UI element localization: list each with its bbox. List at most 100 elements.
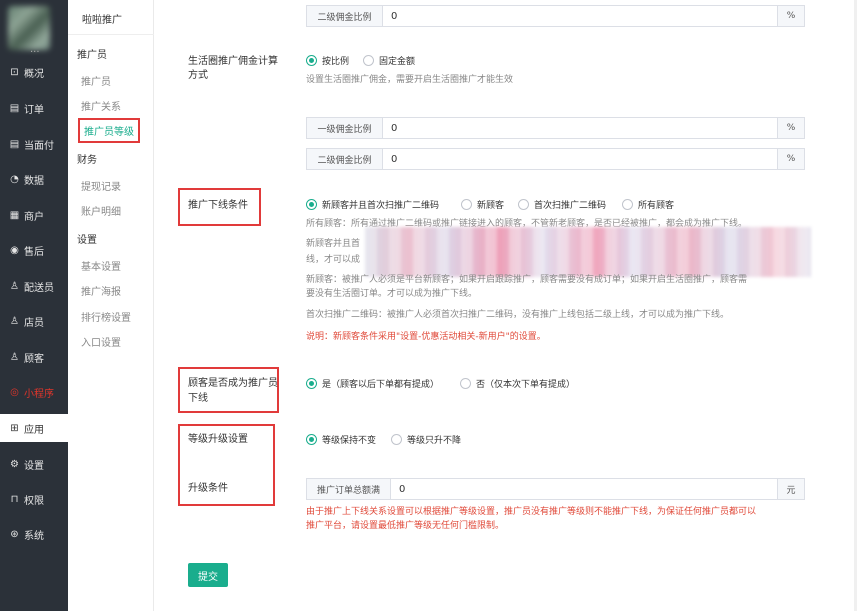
group-settings: 设置 <box>77 235 97 246</box>
radio-unchecked-icon <box>391 434 402 445</box>
condition-warning-line1: 由于推广上下线关系设置可以根据推广等级设置，推广员没有推广等级则不能推广下线，为… <box>306 507 757 517</box>
radio-label: 固定金额 <box>379 57 416 67</box>
sidebar-item-orders[interactable]: ▤ 订单 <box>0 94 68 122</box>
logo-suffix: ... <box>30 44 40 55</box>
sub-item-level[interactable]: 推广员等级 <box>78 118 140 143</box>
radio-level-only-up[interactable]: 等级只升不降 <box>391 433 461 446</box>
input-suffix: % <box>777 118 804 138</box>
sub-item-basic[interactable]: 基本设置 <box>81 258 121 273</box>
sidebar-item-customer[interactable]: ♙ 顾客 <box>0 343 68 371</box>
customer-promoter-label-line1: 顾客是否成为推广员 <box>188 378 278 389</box>
upgrade-condition-input[interactable]: 推广订单总额满 0 元 <box>306 478 805 500</box>
sub-item-ranking[interactable]: 排行榜设置 <box>81 309 131 324</box>
radio-unchecked-icon <box>363 55 374 66</box>
radio-unchecked-icon <box>622 199 633 210</box>
condition-warning-line2: 推广平台，请设置最低推广等级无任何门槛限制。 <box>306 521 505 531</box>
sidebar-item-clerk[interactable]: ♙ 店员 <box>0 307 68 335</box>
sidebar-item-courier[interactable]: ♙ 配送员 <box>0 272 68 300</box>
level2-commission-input[interactable]: 二级佣金比例 0 % <box>306 148 805 170</box>
apps-icon: ⊞ <box>10 422 19 434</box>
sidebar-item-aftersale[interactable]: ◉ 售后 <box>0 236 68 264</box>
radio-first-scan[interactable]: 首次扫推广二维码 <box>518 198 606 211</box>
radio-label: 等级保持不变 <box>322 436 377 446</box>
input-suffix: 元 <box>777 479 804 499</box>
sidebar-item-face-pay[interactable]: ▤ 当面付 <box>0 130 68 158</box>
sidebar-item-store[interactable]: ▦ 商户 <box>0 201 68 229</box>
sub-item-relation[interactable]: 推广关系 <box>81 98 121 113</box>
order-icon: ▤ <box>9 102 20 114</box>
radio-new-and-first-scan[interactable]: 新顾客并且首次扫推广二维码 <box>306 198 439 211</box>
customer-promoter-label-line2: 下线 <box>188 393 208 404</box>
radio-label: 新顾客并且首次扫推广二维码 <box>322 201 440 211</box>
radio-label: 否（仅本次下单有提成） <box>476 380 576 390</box>
sidebar-item-settings[interactable]: ⚙ 设置 <box>0 450 68 478</box>
sidebar-item-label: 当面付 <box>24 140 54 152</box>
desc-new-first-line2: 线，才可以成 <box>306 255 361 265</box>
divider <box>68 34 154 35</box>
radio-checked-icon <box>306 378 317 389</box>
sidebar-item-overview[interactable]: ⊡ 概况 <box>0 58 68 86</box>
main-sidebar: ... ⊡ 概况 ▤ 订单 ▤ 当面付 ◔ 数据 ▦ 商户 ◉ 售后 ♙ 配送员… <box>0 0 68 611</box>
input-prefix: 二级佣金比例 <box>307 149 383 169</box>
input-value[interactable]: 0 <box>383 149 777 169</box>
level2-commission-input-top[interactable]: 二级佣金比例 0 % <box>306 5 805 27</box>
customer-icon: ♙ <box>10 351 19 363</box>
sub-item-withdraw[interactable]: 提现记录 <box>81 178 121 193</box>
submit-button[interactable]: 提交 <box>188 563 228 587</box>
sidebar-item-label: 配送员 <box>24 282 54 294</box>
radio-ratio[interactable]: 按比例 <box>306 54 349 67</box>
downline-label: 推广下线条件 <box>188 200 248 211</box>
life-circle-label-line2: 方式 <box>188 70 208 81</box>
aftersale-icon: ◉ <box>10 244 19 256</box>
input-prefix: 二级佣金比例 <box>307 6 383 26</box>
data-icon: ◔ <box>10 173 19 185</box>
store-icon: ▦ <box>9 209 20 221</box>
radio-label: 等级只升不降 <box>407 436 462 446</box>
app-logo[interactable]: ... <box>0 0 68 60</box>
input-prefix: 推广订单总额满 <box>307 479 391 499</box>
sub-item-ledger[interactable]: 账户明细 <box>81 203 121 218</box>
sub-item-entry[interactable]: 入口设置 <box>81 334 121 349</box>
radio-customer-yes[interactable]: 是（顾客以后下单都有提成） <box>306 377 439 390</box>
sidebar-item-apps[interactable]: ⊞ 应用 <box>0 414 68 442</box>
radio-checked-icon <box>306 55 317 66</box>
clerk-icon: ♙ <box>10 315 19 327</box>
desc-new-customer-line1: 新顾客：被推广人必须是平台新顾客；如果开启跟踪推广，顾客需要没有成订单；如果开启… <box>306 275 748 285</box>
courier-icon: ♙ <box>10 280 19 292</box>
desc-new-customer-line2: 要没有生活圈订单。才可以成为推广下线。 <box>306 289 478 299</box>
input-value[interactable]: 0 <box>383 6 777 26</box>
radio-all-customers[interactable]: 所有顾客 <box>622 198 674 211</box>
level1-commission-input[interactable]: 一级佣金比例 0 % <box>306 117 805 139</box>
sidebar-item-data[interactable]: ◔ 数据 <box>0 165 68 193</box>
radio-new-customer[interactable]: 新顾客 <box>461 198 504 211</box>
upgrade-label: 等级升级设置 <box>188 434 248 445</box>
input-prefix: 一级佣金比例 <box>307 118 383 138</box>
sidebar-item-label: 小程序 <box>24 388 54 400</box>
sidebar-item-label: 售后 <box>24 246 44 258</box>
radio-checked-icon <box>306 199 317 210</box>
input-value[interactable]: 0 <box>391 479 777 499</box>
sidebar-item-permissions[interactable]: ⊓ 权限 <box>0 485 68 513</box>
life-circle-label-line1: 生活圈推广佣金计算 <box>188 56 278 67</box>
sidebar-item-label: 权限 <box>24 495 44 507</box>
sidebar-item-label: 顾客 <box>24 353 44 365</box>
sidebar-item-label: 系统 <box>24 530 44 542</box>
sub-item-promoter[interactable]: 推广员 <box>81 73 111 88</box>
radio-label: 所有顾客 <box>638 201 675 211</box>
radio-fixed[interactable]: 固定金额 <box>363 54 415 67</box>
input-suffix: % <box>777 149 804 169</box>
sub-item-poster[interactable]: 推广海报 <box>81 283 121 298</box>
radio-level-keep[interactable]: 等级保持不变 <box>306 433 376 446</box>
sidebar-item-miniapp[interactable]: ◎ 小程序 <box>0 378 68 406</box>
input-value[interactable]: 0 <box>383 118 777 138</box>
radio-unchecked-icon <box>460 378 471 389</box>
radio-unchecked-icon <box>461 199 472 210</box>
group-finance: 财务 <box>77 155 97 166</box>
radio-label: 是（顾客以后下单都有提成） <box>322 380 440 390</box>
desc-first-scan: 首次扫推广二维码：被推广人必须首次扫推广二维码，没有推广上线包括二级上线，才可以… <box>306 310 730 320</box>
pay-icon: ▤ <box>9 138 20 150</box>
radio-customer-no[interactable]: 否（仅本次下单有提成） <box>460 377 575 390</box>
radio-label: 按比例 <box>322 57 350 67</box>
sidebar-item-system[interactable]: ⊛ 系统 <box>0 520 68 548</box>
downline-note: 说明：新顾客条件采用"设置-优惠活动相关-新用户"的设置。 <box>306 332 546 342</box>
